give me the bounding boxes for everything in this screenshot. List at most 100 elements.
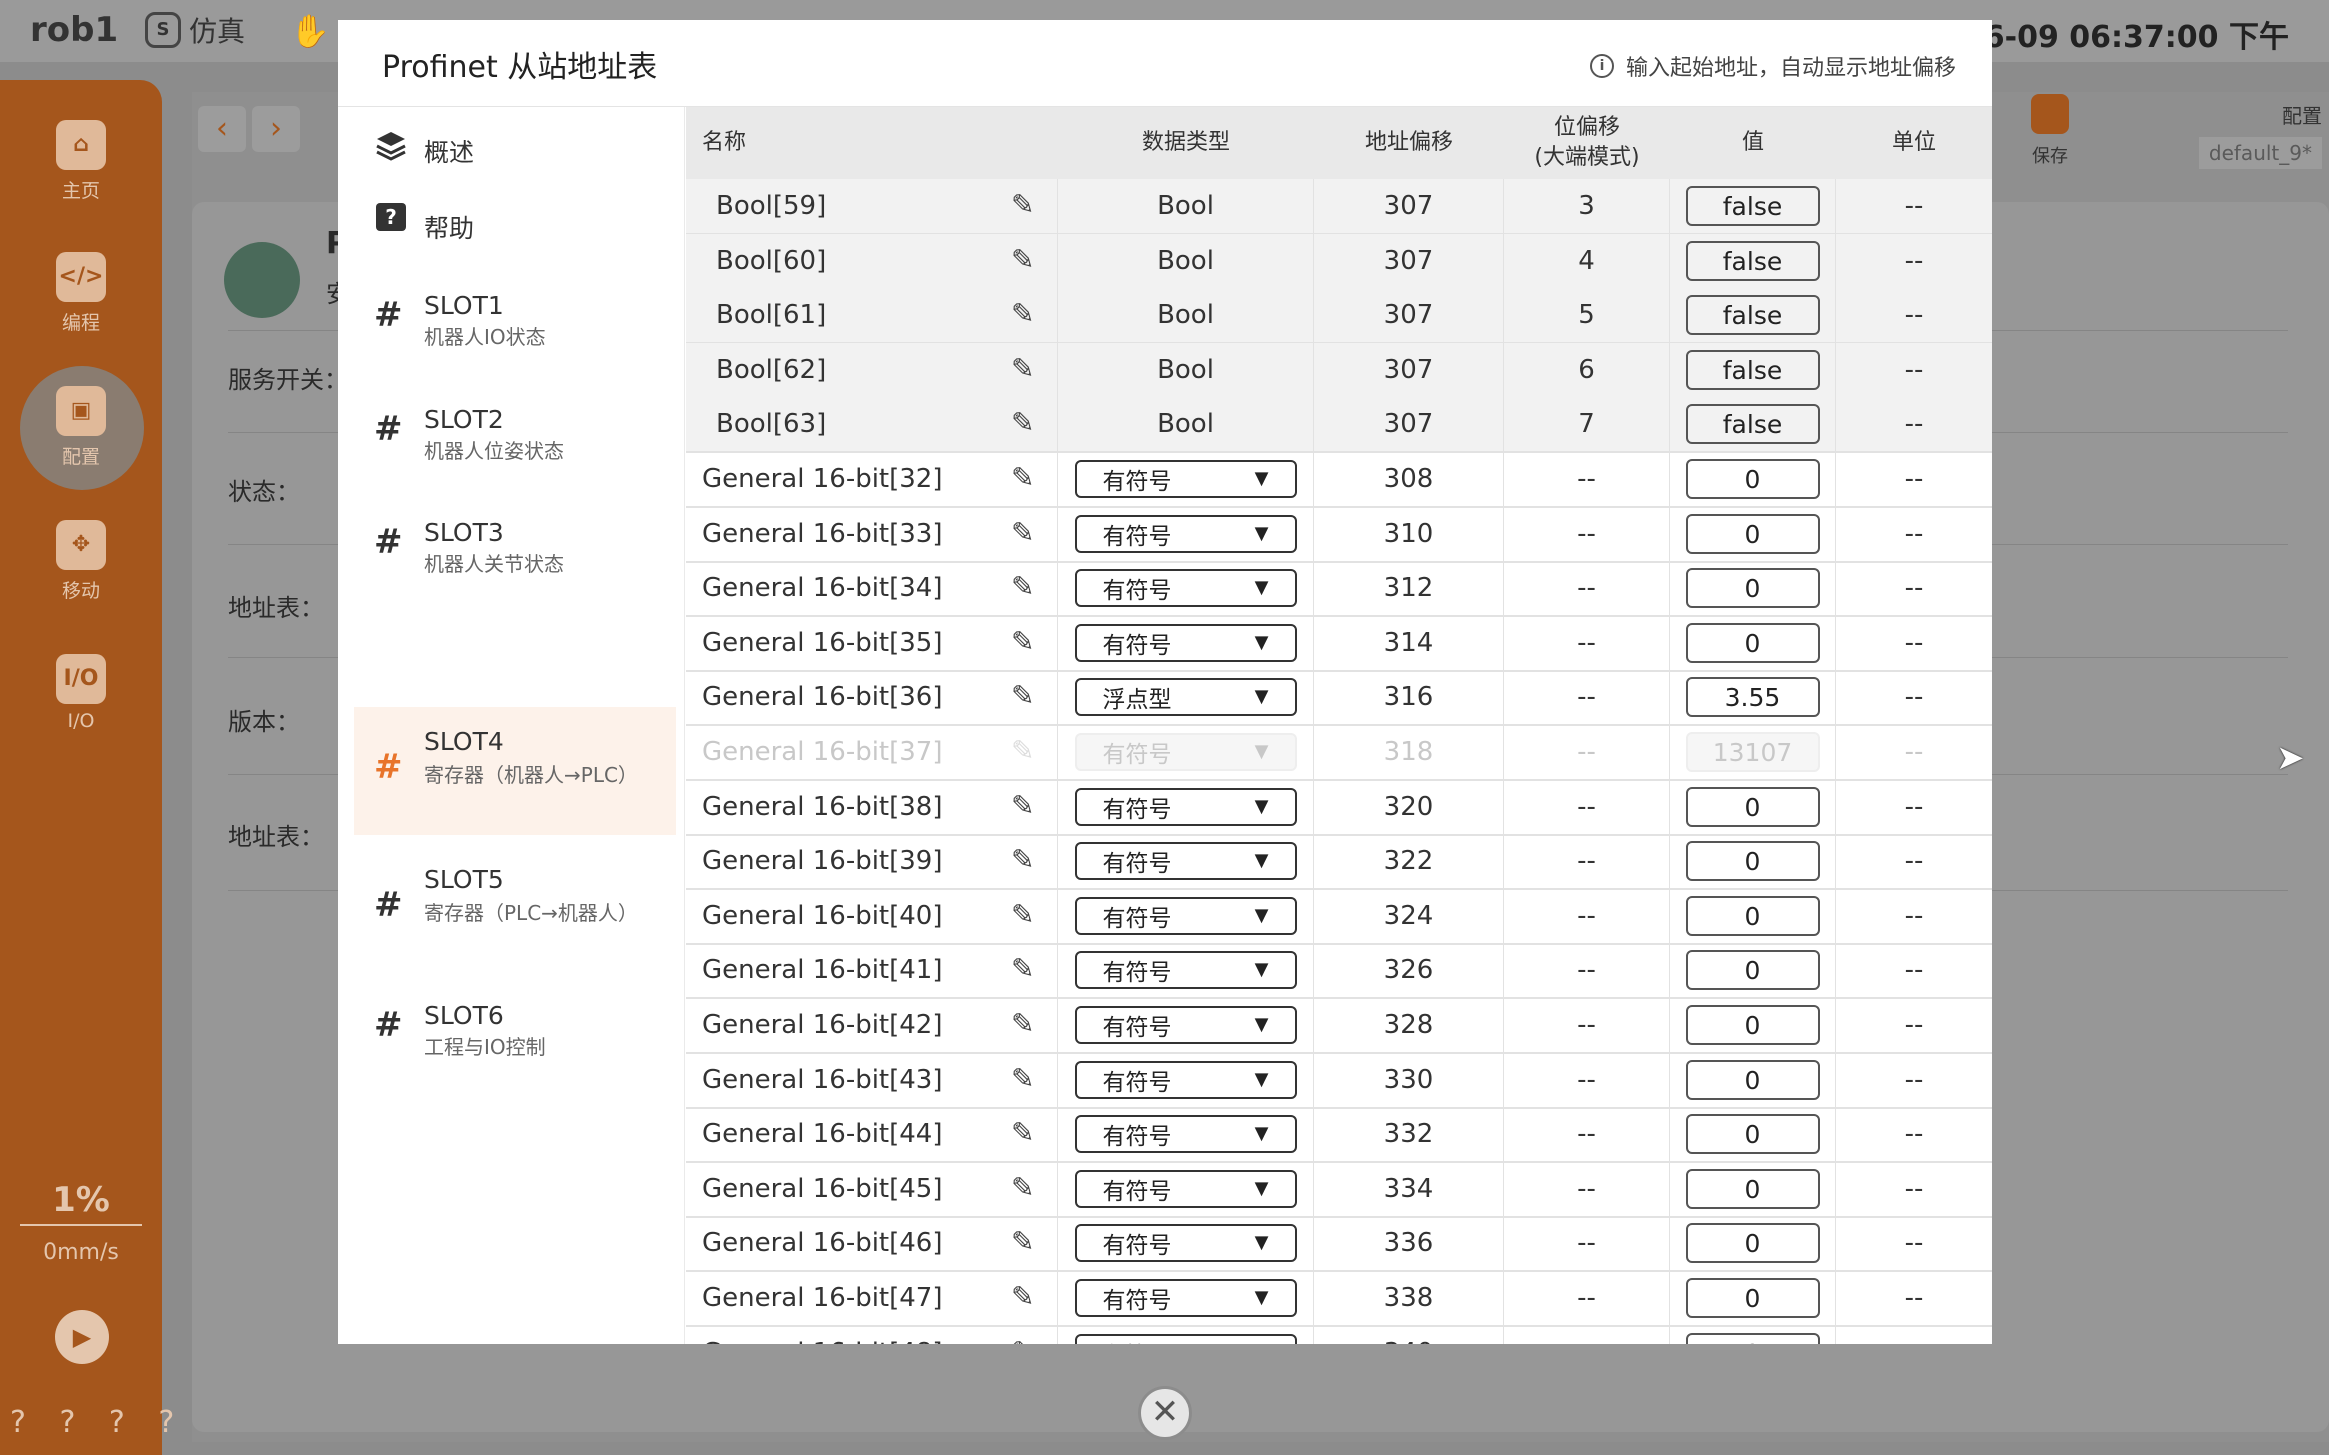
table-row: Bool[60] ✎ Bool 307 4 false --: [686, 234, 1992, 290]
back-button[interactable]: ‹: [198, 106, 246, 152]
forward-button[interactable]: ›: [252, 106, 300, 152]
sidebar-item-slot2[interactable]: # SLOT2 机器人位姿状态: [354, 387, 676, 487]
edit-icon[interactable]: ✎: [1011, 1283, 1039, 1311]
simulation-toggle[interactable]: S 仿真: [145, 10, 245, 50]
value-input[interactable]: 0: [1685, 1005, 1820, 1045]
value-input[interactable]: 0: [1685, 1278, 1820, 1318]
row-type: Bool: [1157, 409, 1214, 439]
type-dropdown[interactable]: 有符号 ▼: [1074, 460, 1297, 498]
value-input[interactable]: 0: [1685, 1333, 1820, 1344]
config-selector[interactable]: 配置 default_9*: [2122, 100, 2322, 169]
value-input[interactable]: false: [1685, 186, 1820, 226]
edit-icon[interactable]: ✎: [1011, 901, 1039, 929]
row-name: General 16-bit[45]: [702, 1174, 943, 1204]
edit-icon[interactable]: ✎: [1011, 682, 1039, 710]
edit-icon[interactable]: ✎: [1011, 1065, 1039, 1093]
row-offset: 307: [1314, 234, 1504, 288]
sidebar-item-help[interactable]: ? 帮助: [354, 183, 676, 269]
row-bit-offset: --: [1504, 1162, 1670, 1216]
table-row: General 16-bit[46] ✎ 有符号 ▼ 336 -- 0 --: [686, 1216, 1992, 1272]
edit-icon[interactable]: ✎: [1011, 464, 1039, 492]
edit-icon[interactable]: ✎: [1011, 628, 1039, 656]
type-dropdown[interactable]: 有符号 ▼: [1074, 1006, 1297, 1044]
value-input[interactable]: 0: [1685, 896, 1820, 936]
dialog-header: Profinet 从站地址表 i 输入起始地址，自动显示地址偏移: [338, 20, 1992, 107]
edit-icon[interactable]: ✎: [1011, 519, 1039, 547]
edit-icon[interactable]: ✎: [1011, 355, 1039, 383]
row-bit-offset: 4: [1504, 234, 1670, 288]
edit-icon[interactable]: ✎: [1011, 246, 1039, 274]
type-dropdown[interactable]: 有符号 ▼: [1074, 897, 1297, 935]
robot-name[interactable]: rob1: [30, 10, 118, 50]
edit-icon[interactable]: ✎: [1011, 1338, 1039, 1345]
edit-icon[interactable]: ✎: [1011, 846, 1039, 874]
edit-icon[interactable]: ✎: [1011, 1174, 1039, 1202]
edit-icon[interactable]: ✎: [1011, 1119, 1039, 1147]
row-unit: --: [1904, 1119, 1924, 1149]
value-input[interactable]: 0: [1685, 568, 1820, 608]
edit-icon[interactable]: ✎: [1011, 955, 1039, 983]
sidebar-item-slot5[interactable]: # SLOT5 寄存器（PLC→机器人）: [354, 845, 676, 973]
row-name-cell: Bool[63] ✎: [686, 397, 1058, 451]
edit-icon[interactable]: ✎: [1011, 409, 1039, 437]
type-dropdown[interactable]: 有符号 ▼: [1074, 1224, 1297, 1262]
sidebar-item-slot4[interactable]: # SLOT4 寄存器（机器人→PLC）: [354, 707, 676, 835]
type-dropdown[interactable]: 有符号 ▼: [1074, 1061, 1297, 1099]
type-dropdown[interactable]: 有符号 ▼: [1074, 624, 1297, 662]
type-dropdown[interactable]: 有符号 ▼: [1074, 788, 1297, 826]
value-input[interactable]: 0: [1685, 787, 1820, 827]
type-dropdown[interactable]: 有符号 ▼: [1074, 515, 1297, 553]
edit-icon[interactable]: ✎: [1011, 300, 1039, 328]
value-input[interactable]: false: [1685, 241, 1820, 281]
type-dropdown[interactable]: 有符号 ▼: [1074, 842, 1297, 880]
nav-program[interactable]: </> 编程: [0, 252, 162, 335]
edit-icon[interactable]: ✎: [1011, 191, 1039, 219]
edit-icon[interactable]: ✎: [1011, 573, 1039, 601]
type-dropdown[interactable]: 有符号 ▼: [1074, 1170, 1297, 1208]
value-input[interactable]: 0: [1685, 1169, 1820, 1209]
value-input[interactable]: 0: [1685, 1223, 1820, 1263]
type-dropdown[interactable]: 有符号 ▼: [1074, 1334, 1297, 1344]
sidebar-item-slot1[interactable]: # SLOT1 机器人IO状态: [354, 273, 676, 373]
nav-home-label: 主页: [61, 180, 100, 202]
nav-config[interactable]: ▣ 配置: [0, 366, 162, 490]
close-dialog-button[interactable]: ✕: [1138, 1386, 1192, 1440]
value-input[interactable]: 0: [1685, 514, 1820, 554]
row-offset: 322: [1314, 834, 1504, 888]
row-bit-offset: --: [1504, 616, 1670, 670]
edit-icon[interactable]: ✎: [1011, 792, 1039, 820]
value-input[interactable]: 0: [1685, 623, 1820, 663]
nav-move[interactable]: ✥ 移动: [0, 520, 162, 603]
type-dropdown[interactable]: 有符号 ▼: [1074, 951, 1297, 989]
sidebar-item-label: SLOT1: [424, 291, 504, 320]
type-dropdown-value: 有符号: [1102, 469, 1172, 495]
value-input[interactable]: false: [1685, 350, 1820, 390]
edit-icon[interactable]: ✎: [1011, 1228, 1039, 1256]
value-input[interactable]: 0: [1685, 950, 1820, 990]
row-unit: --: [1904, 628, 1924, 658]
value-input[interactable]: 0: [1685, 1060, 1820, 1100]
hand-guide-icon[interactable]: ✋: [290, 12, 330, 50]
type-dropdown[interactable]: 有符号 ▼: [1074, 1115, 1297, 1153]
value-input[interactable]: 3.55: [1685, 677, 1820, 717]
speed-indicator[interactable]: 1% 0mm/s: [0, 1180, 162, 1265]
save-button[interactable]: 保存: [2010, 94, 2090, 168]
row-bit-offset: --: [1504, 834, 1670, 888]
nav-home[interactable]: ⌂ 主页: [0, 120, 162, 203]
value-input[interactable]: false: [1685, 295, 1820, 335]
play-icon[interactable]: ▶: [55, 1310, 109, 1364]
row-type-cell: 有符号 ▼: [1058, 1216, 1314, 1270]
value-input[interactable]: 0: [1685, 841, 1820, 881]
sidebar-item-slot6[interactable]: # SLOT6 工程与IO控制: [354, 983, 676, 1083]
sidebar-item-overview[interactable]: 概述: [354, 107, 676, 193]
row-value-cell: false: [1670, 397, 1836, 451]
type-dropdown[interactable]: 浮点型 ▼: [1074, 678, 1297, 716]
value-input[interactable]: 0: [1685, 1114, 1820, 1154]
value-input[interactable]: 0: [1685, 459, 1820, 499]
type-dropdown[interactable]: 有符号 ▼: [1074, 569, 1297, 607]
sidebar-item-slot3[interactable]: # SLOT3 机器人关节状态: [354, 500, 676, 600]
edit-icon[interactable]: ✎: [1011, 1010, 1039, 1038]
nav-io[interactable]: I/O I/O: [0, 654, 162, 732]
type-dropdown[interactable]: 有符号 ▼: [1074, 1279, 1297, 1317]
value-input[interactable]: false: [1685, 404, 1820, 444]
